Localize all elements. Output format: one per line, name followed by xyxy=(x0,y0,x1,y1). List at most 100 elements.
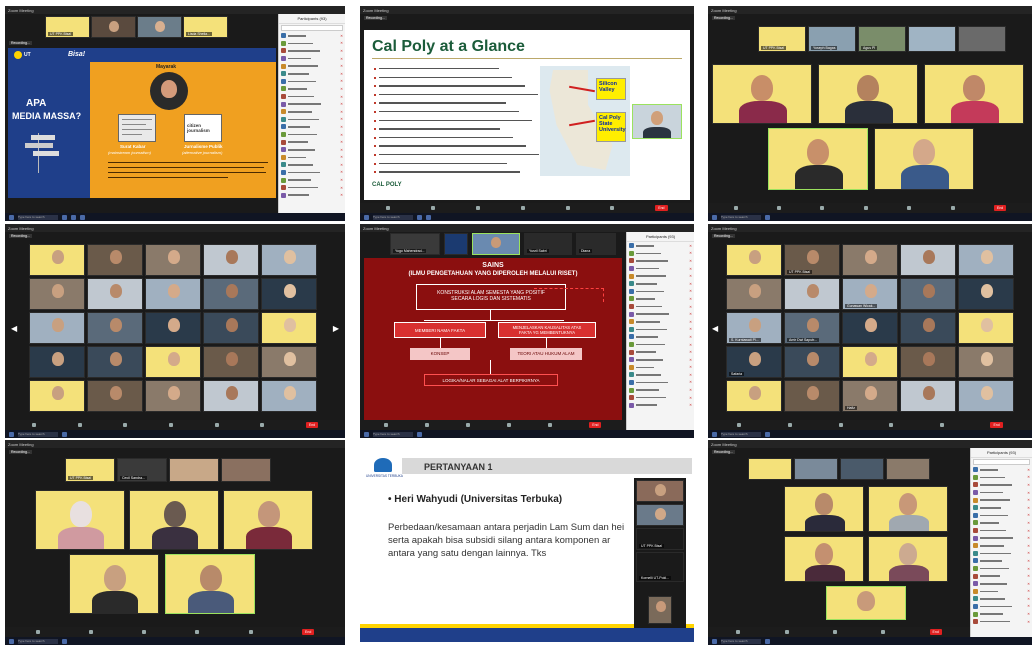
participant-row[interactable]: ✕ xyxy=(627,394,694,402)
video-tile[interactable] xyxy=(794,458,838,480)
participant-row[interactable]: ✕ xyxy=(627,265,694,273)
participant-row[interactable]: ✕ xyxy=(627,401,694,409)
participant-row[interactable]: ✕ xyxy=(279,123,345,131)
participant-row[interactable]: ✕ xyxy=(279,85,345,93)
video-tile[interactable] xyxy=(145,312,201,344)
participant-row[interactable]: ✕ xyxy=(279,47,345,55)
video-tile[interactable] xyxy=(784,346,840,378)
participant-row[interactable]: ✕ xyxy=(627,341,694,349)
video-tile[interactable] xyxy=(924,64,1024,124)
video-tile[interactable] xyxy=(958,244,1014,276)
video-tile[interactable] xyxy=(145,346,201,378)
video-tile[interactable] xyxy=(900,312,956,344)
video-tile[interactable] xyxy=(868,486,948,532)
participant-row[interactable]: ✕ xyxy=(279,116,345,124)
participant-row[interactable]: ✕ xyxy=(971,519,1032,527)
video-tile[interactable] xyxy=(900,380,956,412)
participant-row[interactable]: ✕ xyxy=(971,542,1032,550)
video-tile[interactable]: Yusril Sabri xyxy=(524,233,572,255)
video-tile[interactable] xyxy=(87,244,143,276)
video-tile[interactable] xyxy=(840,458,884,480)
participant-row[interactable]: ✕ xyxy=(971,565,1032,573)
recording-indicator[interactable]: Recording... xyxy=(712,15,741,21)
video-tile[interactable] xyxy=(69,554,159,614)
participant-row[interactable]: ✕ xyxy=(279,184,345,192)
recording-indicator[interactable]: Recording... xyxy=(364,15,393,21)
video-tile[interactable] xyxy=(87,278,143,310)
video-tile[interactable] xyxy=(726,278,782,310)
video-tile[interactable] xyxy=(203,346,259,378)
participant-row[interactable]: ✕ xyxy=(971,603,1032,611)
video-tile[interactable] xyxy=(636,504,684,526)
video-tile[interactable] xyxy=(29,312,85,344)
video-tile[interactable] xyxy=(726,244,782,276)
video-tile[interactable] xyxy=(842,312,898,344)
video-tile[interactable] xyxy=(29,278,85,310)
participant-row[interactable]: ✕ xyxy=(971,572,1032,580)
video-tile[interactable] xyxy=(874,128,974,190)
participant-row[interactable]: ✕ xyxy=(627,371,694,379)
prev-page-arrow-icon[interactable]: ◀ xyxy=(712,324,718,333)
video-tile[interactable]: Diana xyxy=(576,233,616,255)
participant-row[interactable]: ✕ xyxy=(971,504,1032,512)
video-tile[interactable] xyxy=(261,346,317,378)
video-tile[interactable]: UT PPK Bisa! xyxy=(784,244,840,276)
video-tile[interactable] xyxy=(261,380,317,412)
video-tile[interactable] xyxy=(203,244,259,276)
video-tile[interactable] xyxy=(223,490,313,550)
video-tile[interactable] xyxy=(203,312,259,344)
video-tile[interactable] xyxy=(129,490,219,550)
participant-row[interactable]: ✕ xyxy=(971,550,1032,558)
video-tile[interactable]: UT PPK Bisa! xyxy=(45,16,90,38)
video-tile[interactable] xyxy=(91,16,136,38)
video-tile[interactable] xyxy=(87,380,143,412)
video-tile[interactable] xyxy=(261,278,317,310)
video-tile[interactable] xyxy=(221,458,271,482)
participant-row[interactable]: ✕ xyxy=(627,303,694,311)
participant-row[interactable]: ✕ xyxy=(627,280,694,288)
participant-row[interactable]: ✕ xyxy=(279,55,345,63)
video-tile[interactable] xyxy=(145,278,201,310)
video-tile[interactable] xyxy=(868,536,948,582)
video-tile[interactable]: Amir Dwi Saputr... xyxy=(784,312,840,344)
recording-indicator[interactable]: Recording... xyxy=(712,233,741,239)
participant-row[interactable]: ✕ xyxy=(627,295,694,303)
participant-row[interactable]: ✕ xyxy=(279,176,345,184)
video-tile[interactable] xyxy=(958,312,1014,344)
video-tile[interactable] xyxy=(87,346,143,378)
video-tile[interactable] xyxy=(748,458,792,480)
video-tile[interactable] xyxy=(29,346,85,378)
video-tile[interactable] xyxy=(203,278,259,310)
video-tile[interactable] xyxy=(886,458,930,480)
participant-row[interactable]: ✕ xyxy=(279,161,345,169)
video-tile[interactable] xyxy=(958,380,1014,412)
recording-indicator[interactable]: Recording... xyxy=(9,40,38,46)
participant-row[interactable]: ✕ xyxy=(971,595,1032,603)
video-tile[interactable]: Kornelli UT-Pokl... xyxy=(636,552,684,582)
participant-row[interactable]: ✕ xyxy=(627,379,694,387)
participant-row[interactable]: ✕ xyxy=(627,310,694,318)
participant-row[interactable]: ✕ xyxy=(971,474,1032,482)
participant-row[interactable]: ✕ xyxy=(971,489,1032,497)
video-tile[interactable] xyxy=(784,536,864,582)
video-tile[interactable] xyxy=(648,596,672,624)
video-tile[interactable]: UT PPK Bisa! xyxy=(758,26,806,52)
participant-row[interactable]: ✕ xyxy=(627,250,694,258)
participant-row[interactable]: ✕ xyxy=(627,272,694,280)
video-tile[interactable]: Hafiz xyxy=(842,380,898,412)
participant-row[interactable]: ✕ xyxy=(971,618,1032,626)
video-tile[interactable] xyxy=(842,244,898,276)
participant-row[interactable]: ✕ xyxy=(279,32,345,40)
participant-row[interactable]: ✕ xyxy=(627,318,694,326)
participant-row[interactable]: ✕ xyxy=(279,78,345,86)
participant-row[interactable]: ✕ xyxy=(971,481,1032,489)
video-tile[interactable] xyxy=(137,16,182,38)
video-tile[interactable]: Cecil Sandra... xyxy=(117,458,167,482)
taskbar-search[interactable]: Type here to search xyxy=(18,214,58,220)
participant-row[interactable]: ✕ xyxy=(627,348,694,356)
participant-row[interactable]: ✕ xyxy=(279,169,345,177)
participant-row[interactable]: ✕ xyxy=(279,70,345,78)
video-tile[interactable]: Agus PI xyxy=(858,26,906,52)
participant-row[interactable]: ✕ xyxy=(279,154,345,162)
video-tile[interactable] xyxy=(784,486,864,532)
